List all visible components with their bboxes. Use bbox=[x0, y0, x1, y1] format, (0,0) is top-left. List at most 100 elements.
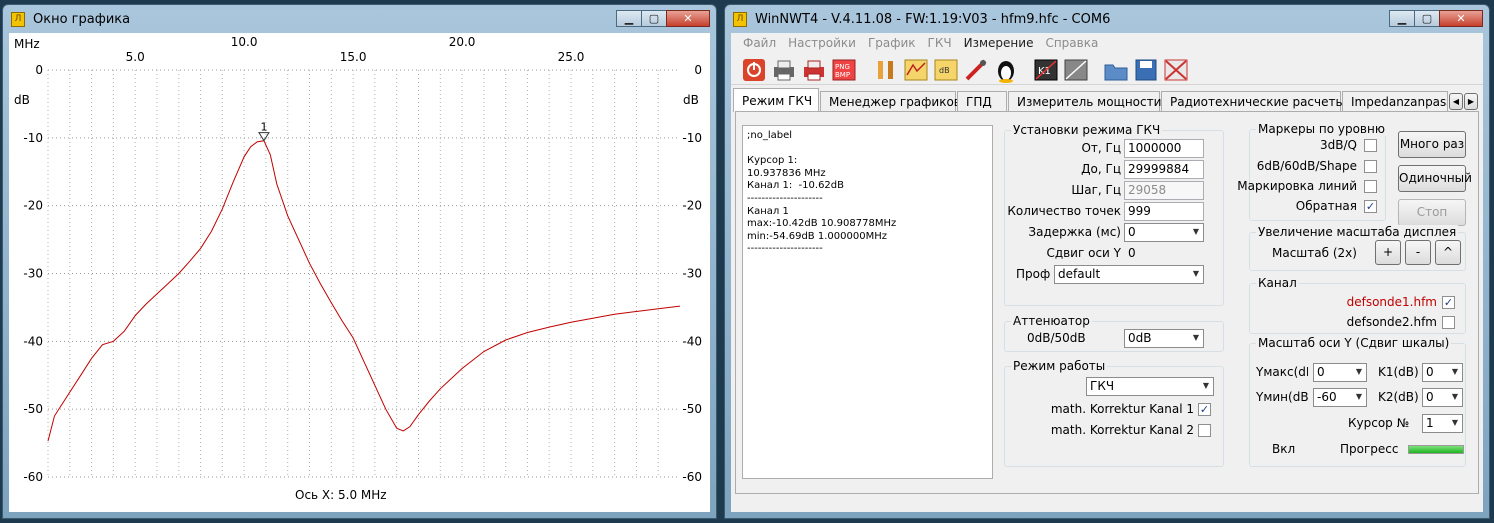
attenuator-select[interactable]: 0dB bbox=[1124, 329, 1204, 348]
on-label: Вкл bbox=[1272, 442, 1296, 456]
step-input: 29058 bbox=[1124, 181, 1204, 200]
attenuator-group: Аттенюатор 0dB/50dB 0dB bbox=[1004, 314, 1224, 352]
tab-bar: Режим ГКЧ Менеджер графиков ГПД Измерите… bbox=[731, 88, 1483, 112]
tab-scroll-left-button[interactable]: ◀ bbox=[1449, 93, 1463, 110]
points-input[interactable]: 999 bbox=[1124, 202, 1204, 221]
menu-measure[interactable]: Измерение bbox=[958, 33, 1040, 53]
line-marking-checkbox[interactable] bbox=[1364, 180, 1377, 193]
main-window-title: WinNWT4 - V.4.11.08 - FW:1.19:V03 - hfm9… bbox=[755, 12, 1111, 27]
menu-file[interactable]: Файл bbox=[737, 33, 782, 53]
k1-calibrate-icon[interactable]: K1 bbox=[1033, 57, 1059, 83]
minimize-button[interactable]: ▁ bbox=[616, 10, 642, 27]
sweep-mode-panel: ;no_label Курсор 1: 10.937836 MHz Канал … bbox=[735, 111, 1479, 494]
trace-line bbox=[47, 140, 681, 442]
from-input[interactable]: 1000000 bbox=[1124, 139, 1204, 158]
close-button[interactable]: ✕ bbox=[1439, 10, 1483, 27]
yshift-label: Сдвиг оси Y bbox=[1046, 246, 1121, 260]
minimize-button[interactable]: ▁ bbox=[1389, 10, 1415, 27]
to-input[interactable]: 29999884 bbox=[1124, 160, 1204, 179]
channel1-checkbox[interactable]: ✓ bbox=[1442, 296, 1455, 309]
clear-graph-icon[interactable] bbox=[1163, 57, 1189, 83]
k2-select[interactable]: 0 bbox=[1422, 388, 1463, 407]
tab-sweep-mode[interactable]: Режим ГКЧ bbox=[733, 88, 819, 112]
korr1-checkbox[interactable]: ✓ bbox=[1198, 403, 1211, 416]
progress-label: Прогресс bbox=[1340, 442, 1399, 456]
save-icon[interactable] bbox=[1133, 57, 1159, 83]
menu-graph[interactable]: График bbox=[862, 33, 922, 53]
toolbar: PNGBMP dB K1 bbox=[731, 53, 1483, 85]
k1-select[interactable]: 0 bbox=[1422, 363, 1463, 382]
maximize-button[interactable]: ▢ bbox=[641, 10, 667, 27]
marker-6db-label: 6dB/60dB/Shape bbox=[1256, 159, 1357, 173]
to-label: До, Гц bbox=[1081, 162, 1121, 176]
main-window-titlebar[interactable]: Л WinNWT4 - V.4.11.08 - FW:1.19:V03 - hf… bbox=[725, 5, 1489, 33]
y-unit-right-label: dB bbox=[683, 93, 699, 107]
sweep-chart-icon[interactable] bbox=[903, 57, 929, 83]
zoom-out-button[interactable]: - bbox=[1405, 240, 1431, 265]
y-tick-label-right: -50 bbox=[682, 402, 702, 416]
info-textbox[interactable]: ;no_label Курсор 1: 10.937836 MHz Канал … bbox=[742, 125, 993, 479]
zoom-label: Масштаб (2x) bbox=[1272, 246, 1357, 260]
channel-title: Канал bbox=[1256, 276, 1299, 290]
yscale-group: Масштаб оси Y (Сдвиг шкалы) Yмакс(dB 0 K… bbox=[1249, 336, 1466, 467]
marker-3db-checkbox[interactable] bbox=[1364, 139, 1377, 152]
progress-bar bbox=[1408, 445, 1464, 454]
profile-select[interactable]: default bbox=[1054, 265, 1204, 284]
graph-window-titlebar[interactable]: Л Окно графика ▁ ▢ ✕ bbox=[3, 5, 716, 33]
y-tick-label-left: -10 bbox=[23, 131, 43, 145]
svg-text:PNG: PNG bbox=[835, 63, 850, 71]
y-tick-label-right: -60 bbox=[682, 470, 702, 484]
maximize-button[interactable]: ▢ bbox=[1414, 10, 1440, 27]
tab-graph-manager[interactable]: Менеджер графиков bbox=[820, 91, 961, 112]
main-window: Л WinNWT4 - V.4.11.08 - FW:1.19:V03 - hf… bbox=[724, 4, 1490, 519]
db-chart-icon[interactable]: dB bbox=[933, 57, 959, 83]
y-tick-label-left: 0 bbox=[35, 63, 43, 77]
tab-radio-calculations[interactable]: Радиотехнические расчеты bbox=[1161, 91, 1345, 112]
power-icon[interactable] bbox=[741, 57, 767, 83]
zoom-in-button[interactable]: + bbox=[1375, 240, 1401, 265]
channel2-checkbox[interactable] bbox=[1442, 316, 1455, 329]
yscale-title: Масштаб оси Y (Сдвиг шкалы) bbox=[1256, 336, 1452, 350]
tab-scroll-right-button[interactable]: ▶ bbox=[1464, 93, 1478, 110]
inverse-checkbox[interactable]: ✓ bbox=[1364, 200, 1377, 213]
single-sweep-button[interactable]: Одиночный bbox=[1398, 165, 1472, 192]
png-bmp-icon[interactable]: PNG BMP bbox=[831, 57, 857, 83]
marker-label: 1 bbox=[260, 121, 267, 134]
yshift-value[interactable]: 0 bbox=[1128, 246, 1136, 260]
step-label: Шаг, Гц bbox=[1071, 183, 1121, 197]
probe-icon[interactable] bbox=[963, 57, 989, 83]
menu-sweep[interactable]: ГКЧ bbox=[922, 33, 958, 53]
cursor-select[interactable]: 1 bbox=[1422, 414, 1463, 433]
y-tick-label-left: -60 bbox=[23, 470, 43, 484]
markers-title: Маркеры по уровню bbox=[1256, 122, 1387, 136]
menu-settings[interactable]: Настройки bbox=[782, 33, 862, 53]
settings-tools-icon[interactable] bbox=[873, 57, 899, 83]
graph-chart[interactable]: MHz dB dB Ось X: 5.0 MHz 0 0 -10 -10 -20 -20 -… bbox=[9, 33, 710, 512]
mode-title: Режим работы bbox=[1011, 359, 1108, 373]
ymax-select[interactable]: 0 bbox=[1313, 363, 1367, 382]
marker-6db-checkbox[interactable] bbox=[1364, 160, 1377, 173]
korr2-checkbox[interactable] bbox=[1198, 424, 1211, 437]
ymin-select[interactable]: -60 bbox=[1313, 388, 1367, 407]
graph-area[interactable]: MHz dB dB Ось X: 5.0 MHz 0 0 -10 -10 -20 -20 -… bbox=[9, 33, 710, 512]
open-folder-icon[interactable] bbox=[1103, 57, 1129, 83]
calibrate-icon[interactable] bbox=[1063, 57, 1089, 83]
menu-help[interactable]: Справка bbox=[1039, 33, 1104, 53]
graph-window: Л Окно графика ▁ ▢ ✕ MHz dB dB Ось X: 5.… bbox=[2, 4, 717, 519]
delay-select[interactable]: 0 bbox=[1124, 223, 1204, 242]
tab-power-meter[interactable]: Измеритель мощности bbox=[1008, 91, 1161, 112]
zoom-up-button[interactable]: ^ bbox=[1435, 240, 1461, 265]
close-button[interactable]: ✕ bbox=[666, 10, 710, 27]
x-axis-label: Ось X: 5.0 MHz bbox=[295, 488, 387, 502]
tab-impedance[interactable]: Impedanzanpass bbox=[1342, 91, 1448, 112]
marker-triangle bbox=[258, 132, 270, 142]
tab-vfo[interactable]: ГПД bbox=[957, 91, 1007, 112]
stop-button: Стоп bbox=[1398, 199, 1466, 226]
printer-icon[interactable] bbox=[771, 57, 797, 83]
color-printer-icon[interactable] bbox=[801, 57, 827, 83]
multi-sweep-button[interactable]: Много раз bbox=[1398, 131, 1466, 158]
mode-select[interactable]: ГКЧ bbox=[1086, 377, 1214, 396]
y-tick-label-left: -30 bbox=[23, 267, 43, 281]
penguin-icon[interactable] bbox=[993, 57, 1019, 83]
ymin-label: Yмин(dB bbox=[1256, 390, 1308, 404]
